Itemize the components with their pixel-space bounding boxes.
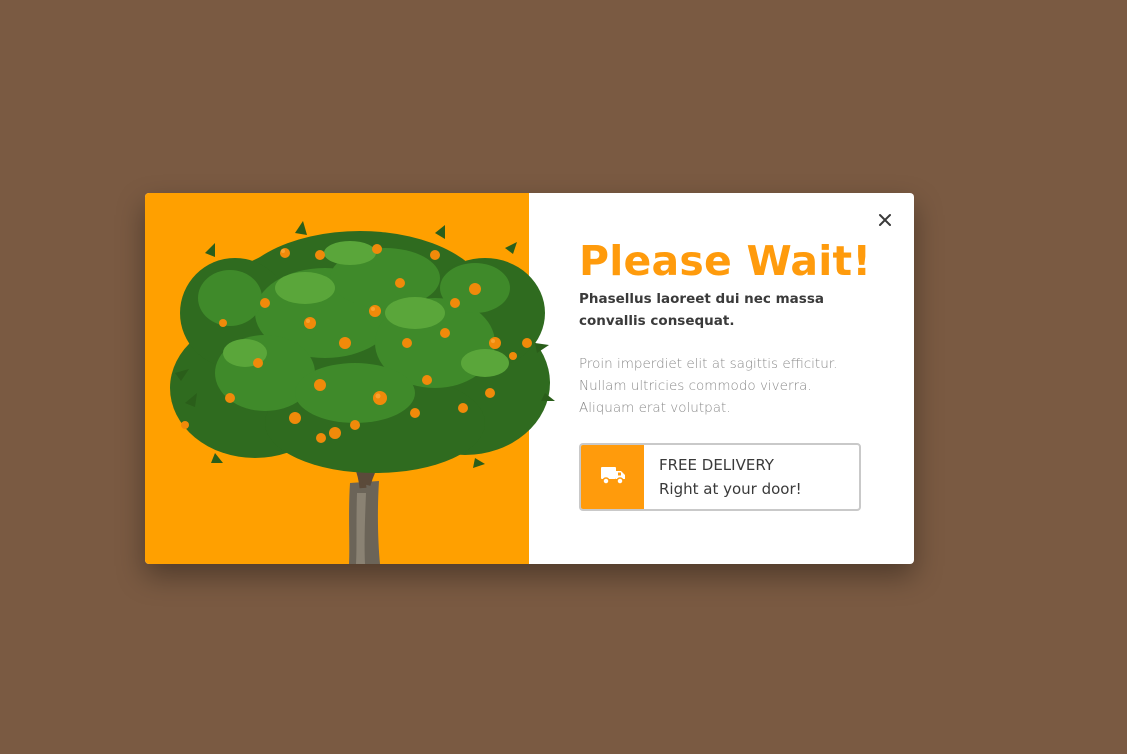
delivery-tagline: Right at your door! <box>659 480 802 498</box>
promo-popup: Please Wait! Phasellus laoreet dui nec m… <box>145 193 914 564</box>
delivery-headline: FREE DELIVERY <box>659 456 774 474</box>
popup-body-text: Proin imperdiet elit at sagittis efficit… <box>579 356 838 416</box>
popup-title: Please Wait! <box>579 237 872 285</box>
orange-tree-image <box>170 221 555 564</box>
truck-icon <box>600 465 626 489</box>
delivery-icon-panel <box>581 445 644 509</box>
close-icon[interactable] <box>876 211 894 229</box>
delivery-text: FREE DELIVERY Right at your door! <box>644 445 802 509</box>
popup-image-panel <box>145 193 555 564</box>
free-delivery-box[interactable]: FREE DELIVERY Right at your door! <box>579 443 861 511</box>
popup-content: Please Wait! Phasellus laoreet dui nec m… <box>529 193 914 564</box>
popup-subtitle: Phasellus laoreet dui nec massa convalli… <box>579 291 824 329</box>
